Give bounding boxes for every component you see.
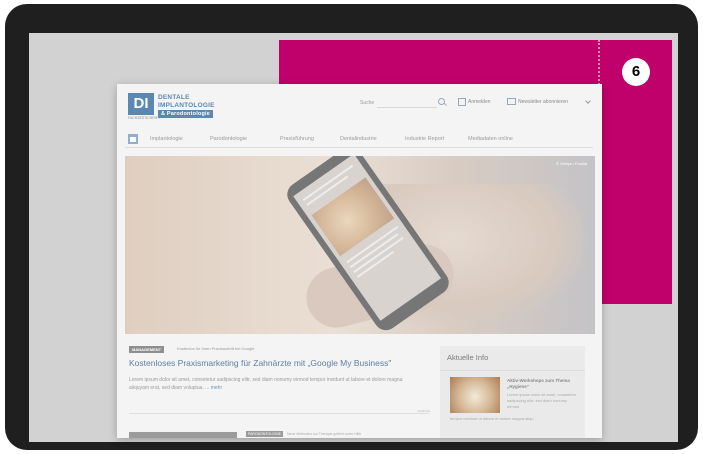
divider-label: ANZEIGE: [417, 409, 431, 413]
sidebar-thumbnail[interactable]: [450, 377, 500, 413]
nav-item-parodontologie[interactable]: Parodontologie: [210, 136, 247, 142]
article-divider: [129, 413, 429, 414]
main-nav: Implantologie Parodontologie Praxisführu…: [125, 131, 593, 148]
article-category-badge[interactable]: MANAGEMENT: [129, 346, 165, 353]
logo-line-1: DENTALE: [158, 94, 190, 101]
article-title[interactable]: Kostenloses Praxismarketing für Zahnärzt…: [129, 358, 391, 368]
search-icon[interactable]: [438, 98, 445, 105]
nav-item-mediadaten[interactable]: Mediadaten online: [468, 136, 513, 142]
sidebar-item-text-continued: tempor invidunt ut labore et dolore magn…: [450, 416, 534, 421]
logo-subtitle: FACHZEITSCHRIFT: [128, 116, 161, 120]
article-teaser: Lorem ipsum dolor sit amet, consetetur s…: [129, 376, 419, 392]
hero-credit: © Gettys / Fotolia: [556, 161, 587, 166]
sidebar-item-title[interactable]: Aktiv-Workshops zum Thema „Hygiene": [507, 378, 579, 390]
nav-item-industrie-report[interactable]: Industrie Report: [405, 136, 444, 142]
nav-item-praxisfuehrung[interactable]: Praxisführung: [280, 136, 314, 142]
login-link[interactable]: Anmelden: [468, 99, 491, 105]
step-number-badge: 6: [622, 58, 650, 86]
sidebar-title: Aktuelle Info: [447, 353, 489, 362]
bottom-category-badge[interactable]: PARODONTOLOGIE: [246, 431, 283, 437]
more-link[interactable]: mehr: [211, 385, 222, 391]
search-label: Suche: [360, 100, 375, 106]
hero-image[interactable]: © Gettys / Fotolia: [125, 156, 595, 334]
chevron-down-icon[interactable]: [585, 98, 591, 104]
newsletter-link[interactable]: Newsletter abonnieren: [518, 99, 568, 105]
search-input[interactable]: [377, 97, 437, 108]
logo-mark[interactable]: DI: [128, 93, 154, 115]
bottom-article-thumbnail[interactable]: [129, 432, 237, 438]
article-subtitle: Kostenlos für Ihren Praxisauftritt bei G…: [177, 346, 255, 351]
sidebar-item-text: Lorem ipsum dolor sit amet, consetetur s…: [507, 392, 577, 409]
nav-item-dentalindustrie[interactable]: Dentalindustrie: [340, 136, 377, 142]
logo-line-2: IMPLANTOLOGIE: [158, 102, 215, 109]
login-icon[interactable]: [458, 98, 466, 106]
nav-item-implantologie[interactable]: Implantologie: [150, 136, 183, 142]
home-icon[interactable]: [128, 134, 138, 144]
sidebar-aktuelle-info: Aktuelle Info Aktiv-Workshops zum Thema …: [440, 346, 585, 438]
hero-overlay: [125, 156, 595, 334]
website-preview: DI DENTALE IMPLANTOLOGIE & Parodontologi…: [117, 84, 602, 438]
logo-line-3: & Parodontologie: [158, 110, 214, 118]
article-teaser-text: Lorem ipsum dolor sit amet, consetetur s…: [129, 377, 403, 391]
bottom-article-text[interactable]: Neue Methoden zur Therapie geführt unter…: [287, 432, 361, 436]
sidebar-divider: [440, 370, 585, 371]
newsletter-icon[interactable]: [507, 98, 516, 105]
